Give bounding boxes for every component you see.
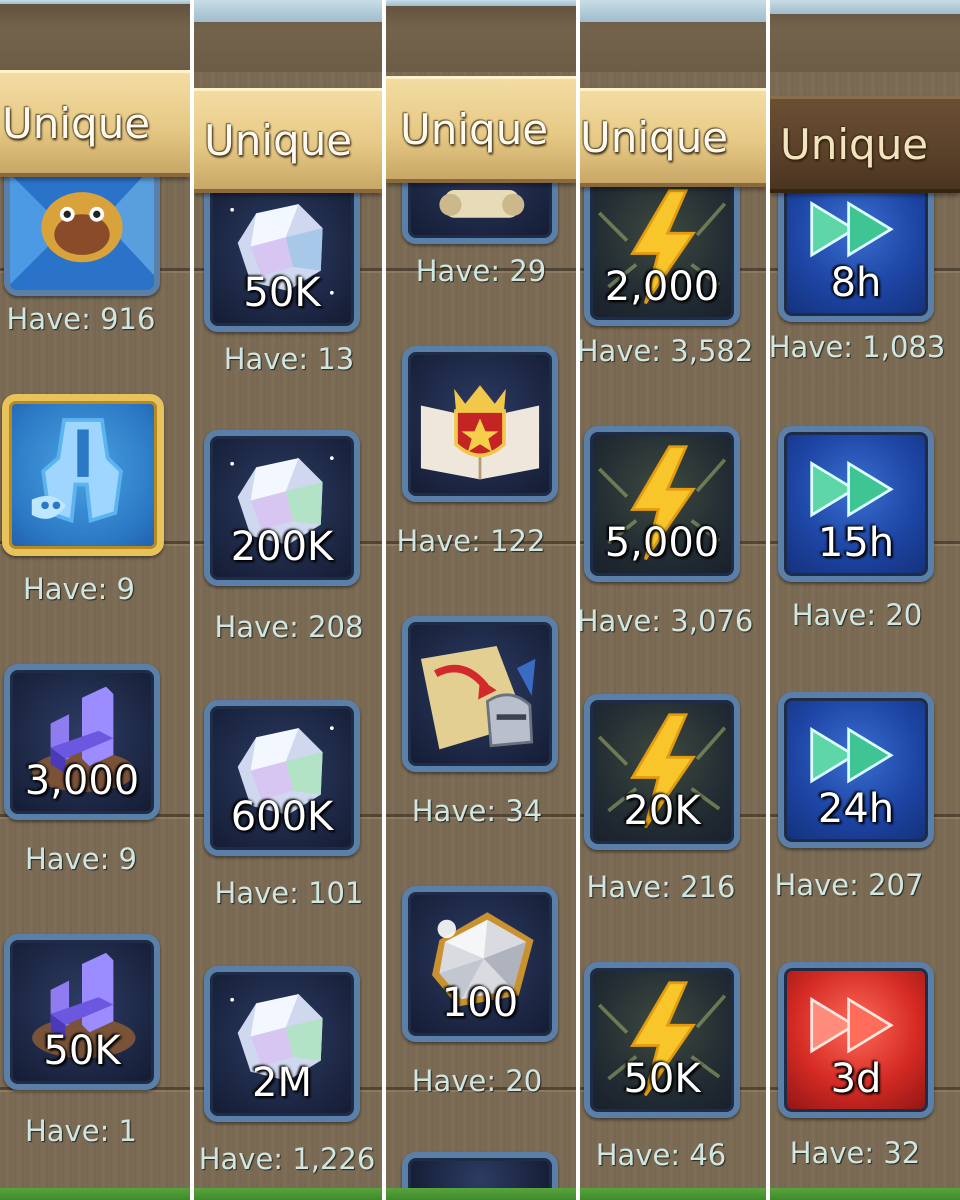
item-quantity: 50K [43, 1028, 121, 1074]
item-card[interactable] [2, 394, 164, 556]
banner-label: Unique [780, 119, 929, 169]
sky-strip [0, 0, 190, 4]
item-card[interactable]: 3d [778, 962, 934, 1118]
item-quantity: 20K [623, 788, 701, 834]
item-column-1: Unique Have: 916 Have: 9 3,000 Have: 9 5… [0, 0, 190, 1200]
item-card[interactable]: 50K [584, 962, 740, 1118]
item-card[interactable]: 20K [584, 694, 740, 850]
grass-strip [386, 1188, 576, 1200]
sky-strip [194, 0, 382, 22]
sky-strip [386, 0, 576, 6]
item-card[interactable]: 100 [402, 886, 558, 1042]
item-card[interactable]: 2M [204, 966, 360, 1122]
unique-banner: Unique [386, 76, 576, 183]
item-card[interactable]: 24h [778, 692, 934, 848]
item-card[interactable]: 2,000 [584, 170, 740, 326]
have-count: Have: 208 [214, 610, 364, 644]
item-card[interactable]: 15h [778, 426, 934, 582]
item-card[interactable] [402, 616, 558, 772]
have-count: Have: 216 [586, 870, 736, 904]
item-quantity: 50K [243, 270, 321, 316]
have-count: Have: 122 [396, 524, 546, 558]
item-card[interactable]: 5,000 [584, 426, 740, 582]
item-column-3: Unique Have: 29 Have: 122 Have: 34 100 H… [386, 0, 576, 1200]
have-count: Have: 20 [791, 598, 923, 632]
item-quantity: 2M [252, 1060, 312, 1106]
have-count: Have: 1,226 [198, 1142, 376, 1176]
banner-label: Unique [400, 104, 549, 154]
item-quantity: 3,000 [24, 758, 140, 804]
have-count: Have: 29 [415, 254, 547, 288]
sky-strip [770, 0, 960, 14]
item-column-5: Unique 8h Have: 1,083 15h Have: 20 24h H… [770, 0, 960, 1200]
unique-banner: Unique [580, 88, 766, 187]
item-quantity: 5,000 [604, 520, 720, 566]
have-count: Have: 101 [214, 876, 364, 910]
item-quantity: 2,000 [604, 264, 720, 310]
sky-strip [580, 0, 766, 22]
item-card[interactable] [402, 346, 558, 502]
have-count: Have: 916 [6, 302, 156, 336]
item-quantity: 600K [230, 794, 334, 840]
have-count: Have: 1 [24, 1114, 138, 1148]
unique-banner: Unique [194, 88, 382, 193]
item-quantity: 24h [817, 786, 895, 832]
item-quantity: 3d [830, 1056, 882, 1102]
have-count: Have: 32 [789, 1136, 921, 1170]
item-card[interactable]: 600K [204, 700, 360, 856]
have-count: Have: 9 [24, 842, 138, 876]
grass-strip [770, 1188, 960, 1200]
item-card[interactable]: 50K [4, 934, 160, 1090]
item-quantity: 100 [441, 980, 519, 1026]
have-count: Have: 3,582 [580, 334, 754, 368]
item-quantity: 200K [230, 524, 334, 570]
item-card[interactable]: 50K [204, 176, 360, 332]
item-column-4: Unique 2,000 Have: 3,582 5,000 Have: 3,0… [580, 0, 766, 1200]
item-card[interactable]: 200K [204, 430, 360, 586]
item-card[interactable]: 3,000 [4, 664, 160, 820]
item-quantity: 8h [830, 260, 882, 306]
have-count: Have: 34 [411, 794, 543, 828]
have-count: Have: 46 [595, 1138, 727, 1172]
have-count: Have: 207 [774, 868, 924, 902]
banner-label: Unique [580, 112, 729, 162]
item-quantity: 15h [817, 520, 895, 566]
have-count: Have: 9 [22, 572, 136, 606]
grass-strip [194, 1188, 382, 1200]
item-quantity: 50K [623, 1056, 701, 1102]
have-count: Have: 13 [223, 342, 355, 376]
crowned-book-icon [420, 385, 540, 480]
have-count: Have: 3,076 [580, 604, 754, 638]
unique-banner: Unique [0, 70, 190, 177]
item-column-2: Unique 50K Have: 13 200K Have: 208 600K … [194, 0, 382, 1200]
have-count: Have: 1,083 [770, 330, 946, 364]
banner-label: Unique [2, 98, 151, 148]
grass-strip [580, 1188, 766, 1200]
map-knight-helmet-icon [420, 646, 536, 750]
unique-banner: Unique [770, 96, 960, 193]
banner-label: Unique [204, 115, 353, 165]
grass-strip [0, 1188, 190, 1200]
have-count: Have: 20 [411, 1064, 543, 1098]
spartan-helmet-mask-icon [31, 418, 123, 524]
